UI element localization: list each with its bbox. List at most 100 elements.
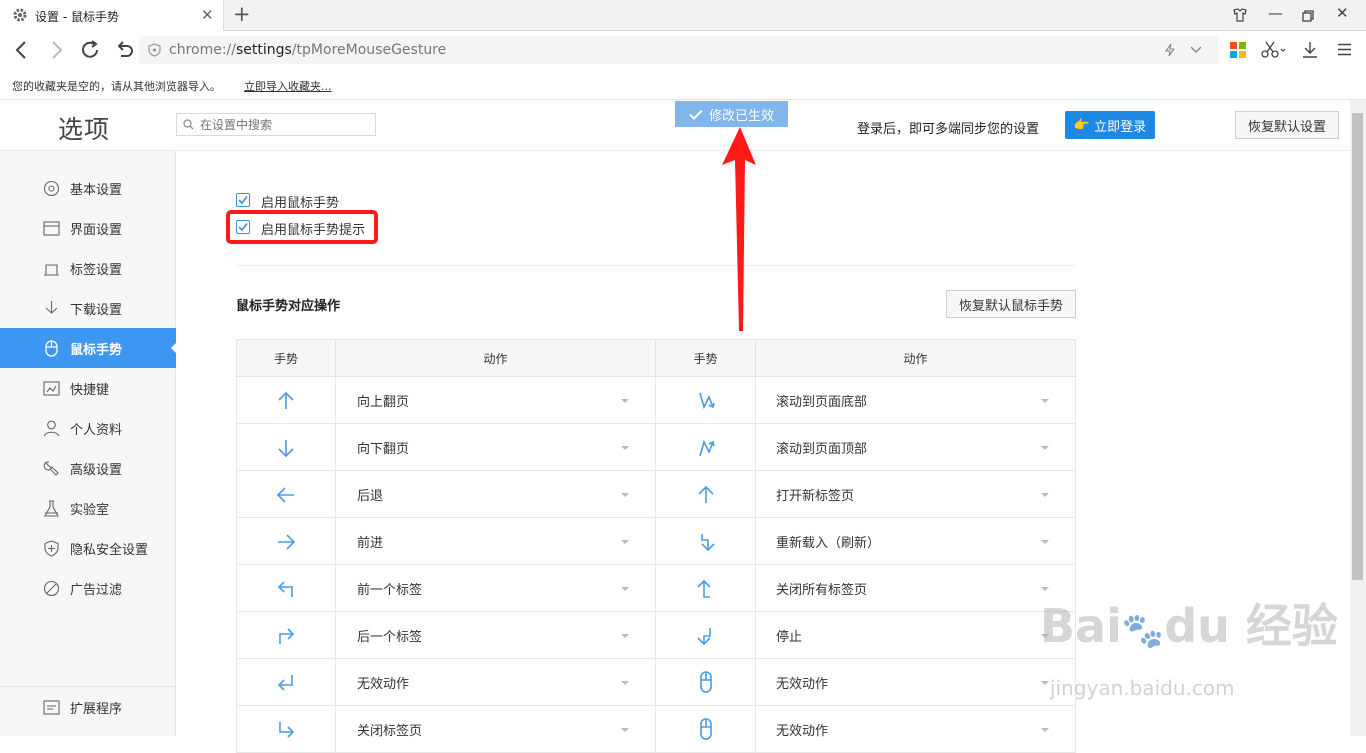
reload-icon[interactable] <box>78 38 102 62</box>
browser-tab[interactable]: 设置 - 鼠标手势 ✕ <box>0 0 224 31</box>
shield-icon <box>148 43 161 57</box>
zigzag-up-icon <box>698 439 715 456</box>
table-row: 前进 重新载入（刷新） <box>236 518 1076 565</box>
dropdown-caret-icon <box>621 540 629 544</box>
divider <box>236 265 1076 266</box>
section-title: 鼠标手势对应操作 <box>236 299 341 314</box>
sidebar-item-adblock[interactable]: 广告过滤 <box>0 568 176 608</box>
enable-gesture-label[interactable]: 启用鼠标手势 <box>261 192 339 211</box>
close-window-icon[interactable]: ✕ <box>1336 4 1349 22</box>
sidebar-item-label: 快捷键 <box>70 382 110 398</box>
sidebar-item-label: 高级设置 <box>70 462 123 478</box>
sidebar-item-advanced[interactable]: 高级设置 <box>0 448 176 488</box>
action-dropdown[interactable]: 向上翻页 <box>336 377 656 424</box>
sidebar-item-privacy[interactable]: 隐私安全设置 <box>0 528 176 568</box>
sidebar-item-profile[interactable]: 个人资料 <box>0 408 176 448</box>
dropdown-caret-icon <box>1041 728 1049 732</box>
sidebar-item-basic[interactable]: 基本设置 <box>0 168 176 208</box>
sidebar-item-shortcuts[interactable]: 快捷键 <box>0 368 176 408</box>
sidebar-item-interface[interactable]: 界面设置 <box>0 208 176 248</box>
action-value: 重新载入（刷新） <box>776 536 881 551</box>
header-gesture: 手势 <box>236 339 336 377</box>
action-dropdown[interactable]: 向下翻页 <box>336 424 656 471</box>
action-value: 停止 <box>776 630 803 645</box>
check-icon <box>238 196 248 205</box>
sidebar-item-mouse-gesture[interactable]: 鼠标手势 <box>0 328 177 368</box>
enable-gesture-checkbox[interactable] <box>236 193 250 207</box>
action-dropdown[interactable]: 无效动作 <box>756 706 1077 753</box>
skin-icon[interactable] <box>1232 8 1248 22</box>
action-dropdown[interactable]: 前进 <box>336 518 656 565</box>
table-row: 后一个标签 停止 <box>236 612 1076 659</box>
download-icon[interactable] <box>1302 41 1318 58</box>
sidebar-item-download[interactable]: 下载设置 <box>0 288 176 328</box>
action-dropdown[interactable]: 无效动作 <box>336 659 656 706</box>
gesture-cell <box>656 424 756 471</box>
action-value: 前一个标签 <box>357 583 423 598</box>
arrow-up-right-icon <box>279 627 295 644</box>
action-dropdown[interactable]: 停止 <box>756 612 1077 659</box>
action-dropdown[interactable]: 关闭标签页 <box>336 706 656 753</box>
table-row: 关闭标签页 无效动作 <box>236 706 1076 753</box>
table-row: 向上翻页 滚动到页面底部 <box>236 377 1076 424</box>
login-button[interactable]: 👉 立即登录 <box>1065 111 1155 139</box>
action-dropdown[interactable]: 重新载入（刷新） <box>756 518 1077 565</box>
close-tab-icon[interactable]: ✕ <box>201 6 214 24</box>
arrow-down-icon <box>278 439 294 457</box>
extensions-label: 扩展程序 <box>70 702 123 717</box>
sidebar-item-label: 隐私安全设置 <box>70 542 149 558</box>
scissors-icon[interactable] <box>1261 41 1287 59</box>
action-dropdown[interactable]: 关闭所有标签页 <box>756 565 1077 612</box>
tab-icon <box>44 263 59 276</box>
gesture-cell <box>656 518 756 565</box>
action-dropdown[interactable]: 滚动到页面顶部 <box>756 424 1077 471</box>
arrow-left-icon <box>276 486 294 503</box>
forward-icon[interactable] <box>44 38 68 62</box>
action-dropdown[interactable]: 无效动作 <box>756 659 1077 706</box>
tab-title: 设置 - 鼠标手势 <box>35 10 119 24</box>
header-action: 动作 <box>335 339 656 377</box>
chevron-down-icon[interactable] <box>1190 46 1202 54</box>
arrow-up-turn-icon <box>696 579 711 598</box>
restore-defaults-button[interactable]: 恢复默认设置 <box>1235 111 1339 139</box>
search-input[interactable] <box>200 116 370 133</box>
minimize-icon[interactable]: — <box>1268 4 1283 22</box>
url-text: chrome://settings/tpMoreMouseGesture <box>169 42 447 58</box>
action-value: 后退 <box>357 489 384 504</box>
saved-toast: 修改已生效 <box>675 101 788 127</box>
table-row: 无效动作 无效动作 <box>236 659 1076 706</box>
restore-window-icon[interactable] <box>1302 10 1314 22</box>
sidebar-item-lab[interactable]: 实验室 <box>0 488 176 528</box>
action-dropdown[interactable]: 打开新标签页 <box>756 471 1077 518</box>
sidebar-item-extensions[interactable]: 扩展程序 <box>0 686 176 728</box>
menu-icon[interactable] <box>1337 43 1352 56</box>
undo-close-icon[interactable] <box>112 38 136 62</box>
action-dropdown[interactable]: 滚动到页面底部 <box>756 377 1077 424</box>
dropdown-caret-icon <box>1041 399 1049 403</box>
restore-gestures-button[interactable]: 恢复默认鼠标手势 <box>946 290 1076 318</box>
new-tab-button[interactable]: + <box>233 2 251 26</box>
check-icon <box>689 109 703 120</box>
search-icon <box>183 119 194 130</box>
back-icon[interactable] <box>10 38 34 62</box>
shield-icon <box>44 539 59 557</box>
settings-search[interactable] <box>176 113 376 136</box>
action-dropdown[interactable]: 前一个标签 <box>336 565 656 612</box>
dropdown-caret-icon <box>621 399 629 403</box>
flask-icon <box>44 499 59 517</box>
sidebar-item-tabs[interactable]: 标签设置 <box>0 248 176 288</box>
apps-icon[interactable] <box>1230 42 1246 58</box>
action-dropdown[interactable]: 后退 <box>336 471 656 518</box>
import-bookmarks-link[interactable]: 立即导入收藏夹... <box>244 78 332 94</box>
arrow-up-icon <box>278 391 294 409</box>
arrow-right-icon <box>278 533 296 550</box>
lightning-icon[interactable] <box>1163 43 1177 57</box>
mouse-icon <box>699 717 712 740</box>
arrow-return-icon <box>277 674 293 691</box>
scrollbar-thumb[interactable] <box>1352 113 1363 580</box>
action-dropdown[interactable]: 后一个标签 <box>336 612 656 659</box>
arrow-down-up-icon <box>700 533 715 551</box>
table-row: 后退 打开新标签页 <box>236 471 1076 518</box>
gesture-cell <box>656 377 756 424</box>
dropdown-caret-icon <box>621 587 629 591</box>
